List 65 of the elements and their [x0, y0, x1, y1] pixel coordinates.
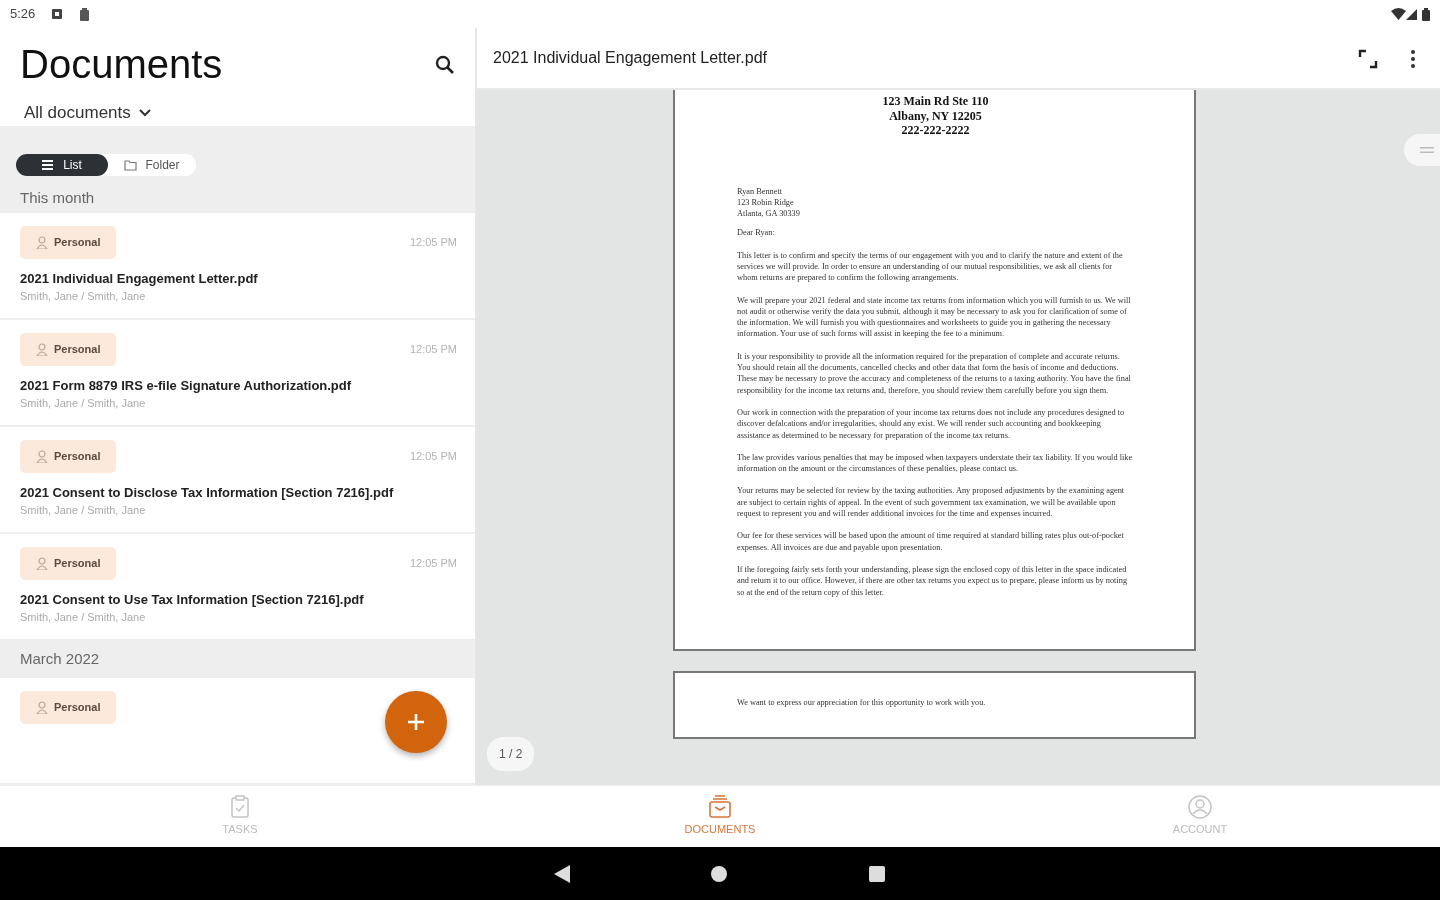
category-tag: Personal [20, 691, 117, 724]
chevron-down-icon [138, 108, 151, 117]
person-icon [36, 235, 48, 249]
recipient-line: Ryan Bennett [737, 185, 784, 197]
document-owner: Smith, Jane / Smith, Jane [20, 610, 147, 625]
document-time: 12:05 PM [409, 556, 457, 571]
letter-paragraph: This letter is to confirm and specify the terms of our engagement with you and to clarify the nature and extent of the services we will provide. In order to ensure an understanding of our mutual responsibilities, we ask all clients for whom returns are prepared to confirm the following arrangements. [737, 249, 1124, 284]
salutation: Dear Ryan: [737, 227, 776, 239]
search-icon [435, 54, 455, 75]
letter-paragraph: It is your responsibility to provide all the information required for the preparation of complete and accurate returns. You should retain all the documents, cancelled checks and other data that form the basis of income and deductions. These may be necessary to prove the accuracy and completeness of the returns to a taxing authority. You have the final responsibility for the income tax returns and, therefore, you should review them carefully before you sign them. [737, 350, 1132, 396]
letterhead-line: 123 Main Rd Ste 110 [881, 94, 990, 109]
document-owner: Smith, Jane / Smith, Jane [20, 396, 147, 411]
document-time: 12:05 PM [409, 235, 457, 250]
category-tag: Personal [20, 333, 117, 366]
filter-dropdown[interactable]: All documents [24, 100, 151, 126]
document-name: 2021 Form 8879 IRS e-file Signature Authorization.pdf [20, 376, 353, 395]
wifi-icon [1391, 8, 1406, 20]
status-time: 5:26 [10, 5, 36, 24]
category-tag: Personal [20, 547, 117, 580]
home-icon[interactable] [710, 864, 728, 883]
document-name: 2021 Individual Engagement Letter.pdf [20, 269, 259, 288]
letter-paragraph: Our fee for these services will be based upon the amount of time required at standard billing rates plus out-of-pocket expenses. All invoices are due and payable upon presentation. [737, 530, 1125, 553]
more-icon [1410, 48, 1416, 69]
letter-paragraph: Our work in connection with the preparation of your income tax returns does not include any procedures designed to discover defalcations and/or irregularities, should any exist. We will render such accounting and bookkeeping assistance as determined to be necessary for preparation of the income tax returns. [737, 406, 1126, 441]
recents-icon[interactable] [868, 864, 886, 883]
document-time: 12:05 PM [409, 449, 457, 464]
back-icon[interactable] [554, 864, 570, 883]
account-icon [1188, 795, 1212, 820]
battery-icon [1422, 7, 1430, 21]
recipient-line: Atlanta, GA 30339 [737, 208, 801, 220]
clipboard-icon [79, 7, 91, 21]
handle-lines-icon [1420, 146, 1434, 154]
inbox-tray-icon [708, 795, 732, 820]
letter-paragraph: If the foregoing fairly sets forth your understanding, please sign the enclosed copy of this letter in the space indicated and return it to our office. However, if there are other tax returns you expect us to prepare, please inform us by noting so at the end of the return copy of this letter. [737, 563, 1129, 598]
category-tag: Personal [20, 440, 117, 473]
person-icon [36, 556, 48, 570]
person-icon [36, 700, 48, 714]
view-toggle-tab[interactable]: List [16, 153, 108, 176]
list-icon [42, 158, 56, 171]
person-icon [36, 449, 48, 463]
letter-paragraph: We will prepare your 2021 federal and state income tax returns from information which you will furnish to us. We will not audit or otherwise verify the data you submit, although it may be necessary to ask you for clarification of some of the information. We will furnish you with questionnaires and worksheets to guide you in gathering the necessary information. Your use of such forms will assist in keeping the fee to a minimum. [737, 294, 1132, 340]
recipient-line: 123 Robin Ridge [737, 196, 795, 209]
expand-icon [1358, 48, 1378, 69]
category-tag: Personal [20, 226, 117, 259]
letter-paragraph: We want to express our appreciation for this opportunity to work with you. [737, 696, 987, 709]
section-heading: This month [19, 188, 95, 208]
signal-icon [1406, 8, 1418, 20]
document-name: 2021 Consent to Disclose Tax Information [Section 7216].pdf [20, 483, 395, 502]
document-owner: Smith, Jane / Smith, Jane [20, 289, 147, 304]
folder-icon [124, 158, 138, 171]
letterhead-line: Albany, NY 12205 [888, 108, 983, 123]
page-title: Documents [19, 44, 223, 84]
document-title: 2021 Individual Engagement Letter.pdf [493, 48, 768, 68]
person-icon [36, 342, 48, 356]
letterhead-line: 222-222-2222 [900, 123, 971, 138]
letter-paragraph: The law provides various penalties that may be imposed when taxpayers understate their tax liability. If you would like information on the amount or the circumstances of these penalties, please contact us. [737, 451, 1134, 475]
document-owner: Smith, Jane / Smith, Jane [20, 503, 147, 518]
letter-paragraph: Your returns may be selected for review by the taxing authorities. Any proposed adjustments by the examining agent are subject to certain rights of appeal. In the event of such government tax examination, we will be available upon request to represent you and will render additional invoices for the time and expenses incurred. [737, 485, 1126, 520]
page-indicator[interactable]: 1 / 2 [487, 737, 535, 771]
document-time: 12:05 PM [409, 342, 457, 357]
section-heading: March 2022 [19, 649, 100, 670]
notification-icon [51, 8, 64, 20]
clipboard-check-icon [228, 795, 252, 820]
plus-icon [406, 712, 426, 732]
document-name: 2021 Consent to Use Tax Information [Section 7216].pdf [20, 590, 365, 609]
